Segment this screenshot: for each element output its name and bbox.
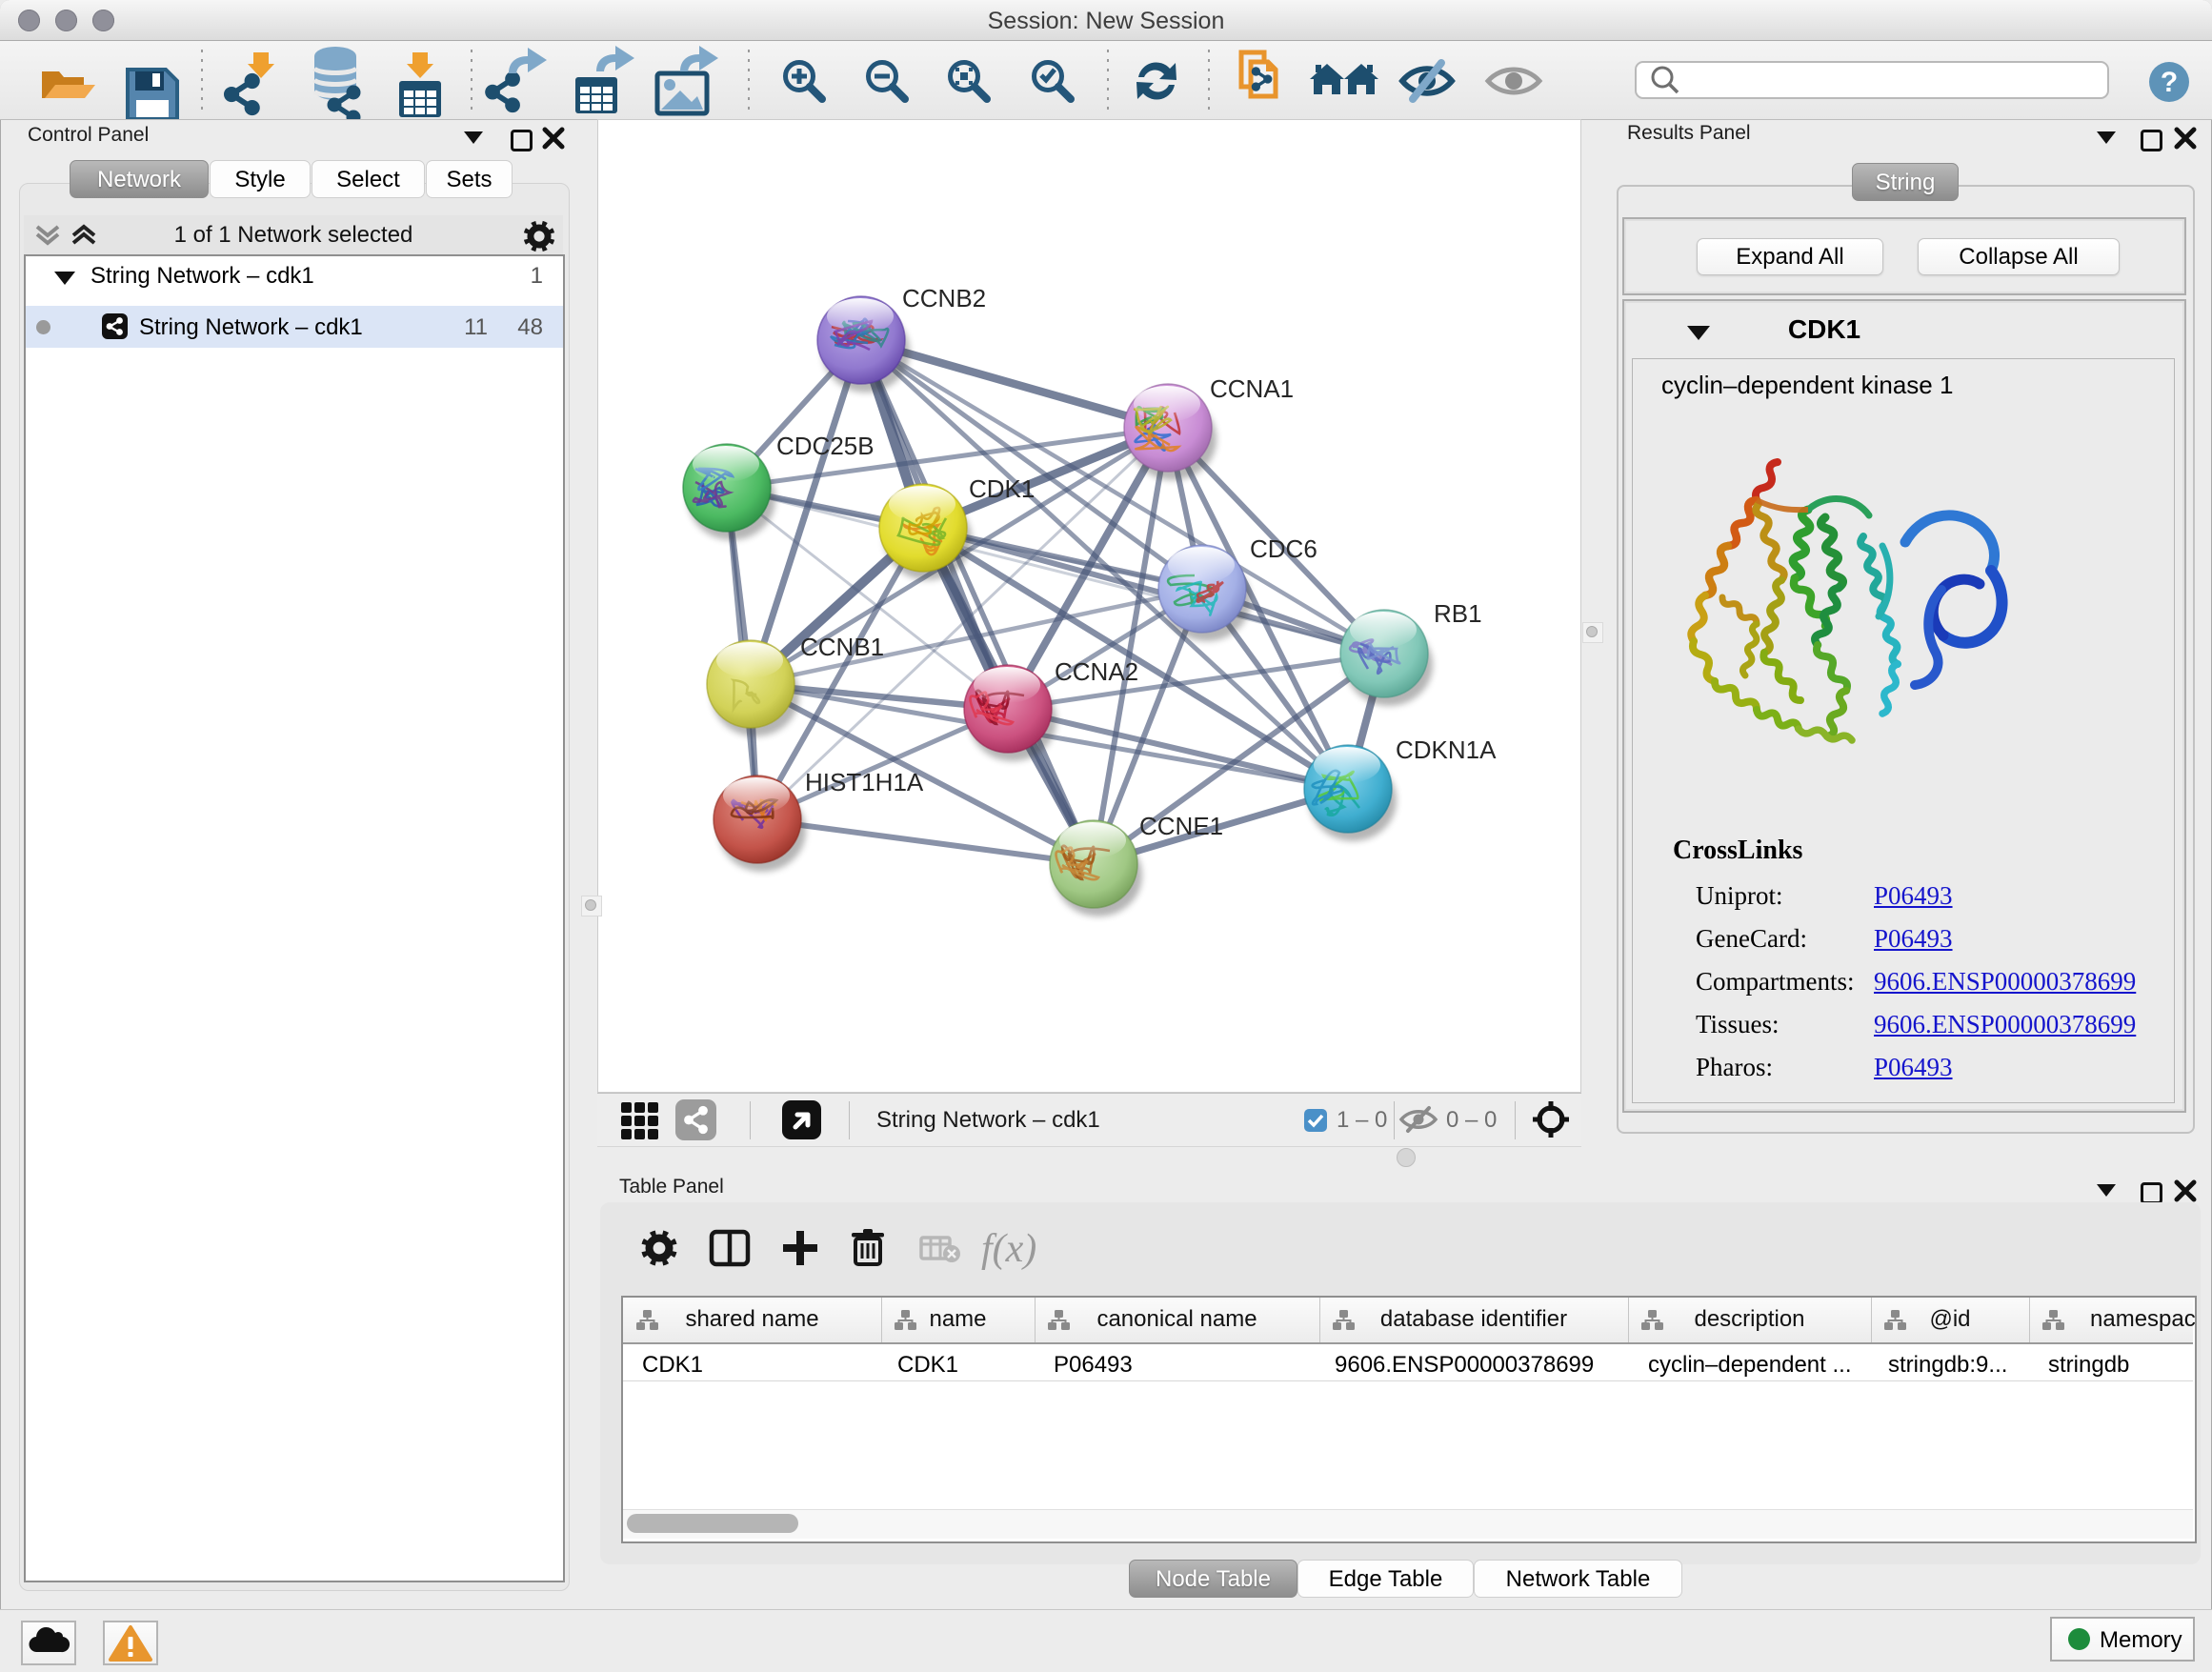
- svg-text:CDC25B: CDC25B: [776, 432, 875, 460]
- svg-text:CCNE1: CCNE1: [1139, 812, 1223, 840]
- svg-text:f(x): f(x): [981, 1227, 1036, 1271]
- svg-text:CDK1: CDK1: [969, 474, 1035, 503]
- svg-text:CDC6: CDC6: [1250, 534, 1317, 563]
- svg-text:HIST1H1A: HIST1H1A: [805, 768, 924, 796]
- svg-text:CCNB1: CCNB1: [800, 633, 884, 661]
- svg-text:CCNB2: CCNB2: [902, 284, 986, 312]
- svg-text:?: ?: [2161, 67, 2178, 98]
- svg-text:CCNA1: CCNA1: [1210, 374, 1294, 403]
- svg-text:CCNA2: CCNA2: [1055, 657, 1138, 686]
- svg-text:CDKN1A: CDKN1A: [1396, 735, 1497, 764]
- svg-text:RB1: RB1: [1434, 599, 1482, 628]
